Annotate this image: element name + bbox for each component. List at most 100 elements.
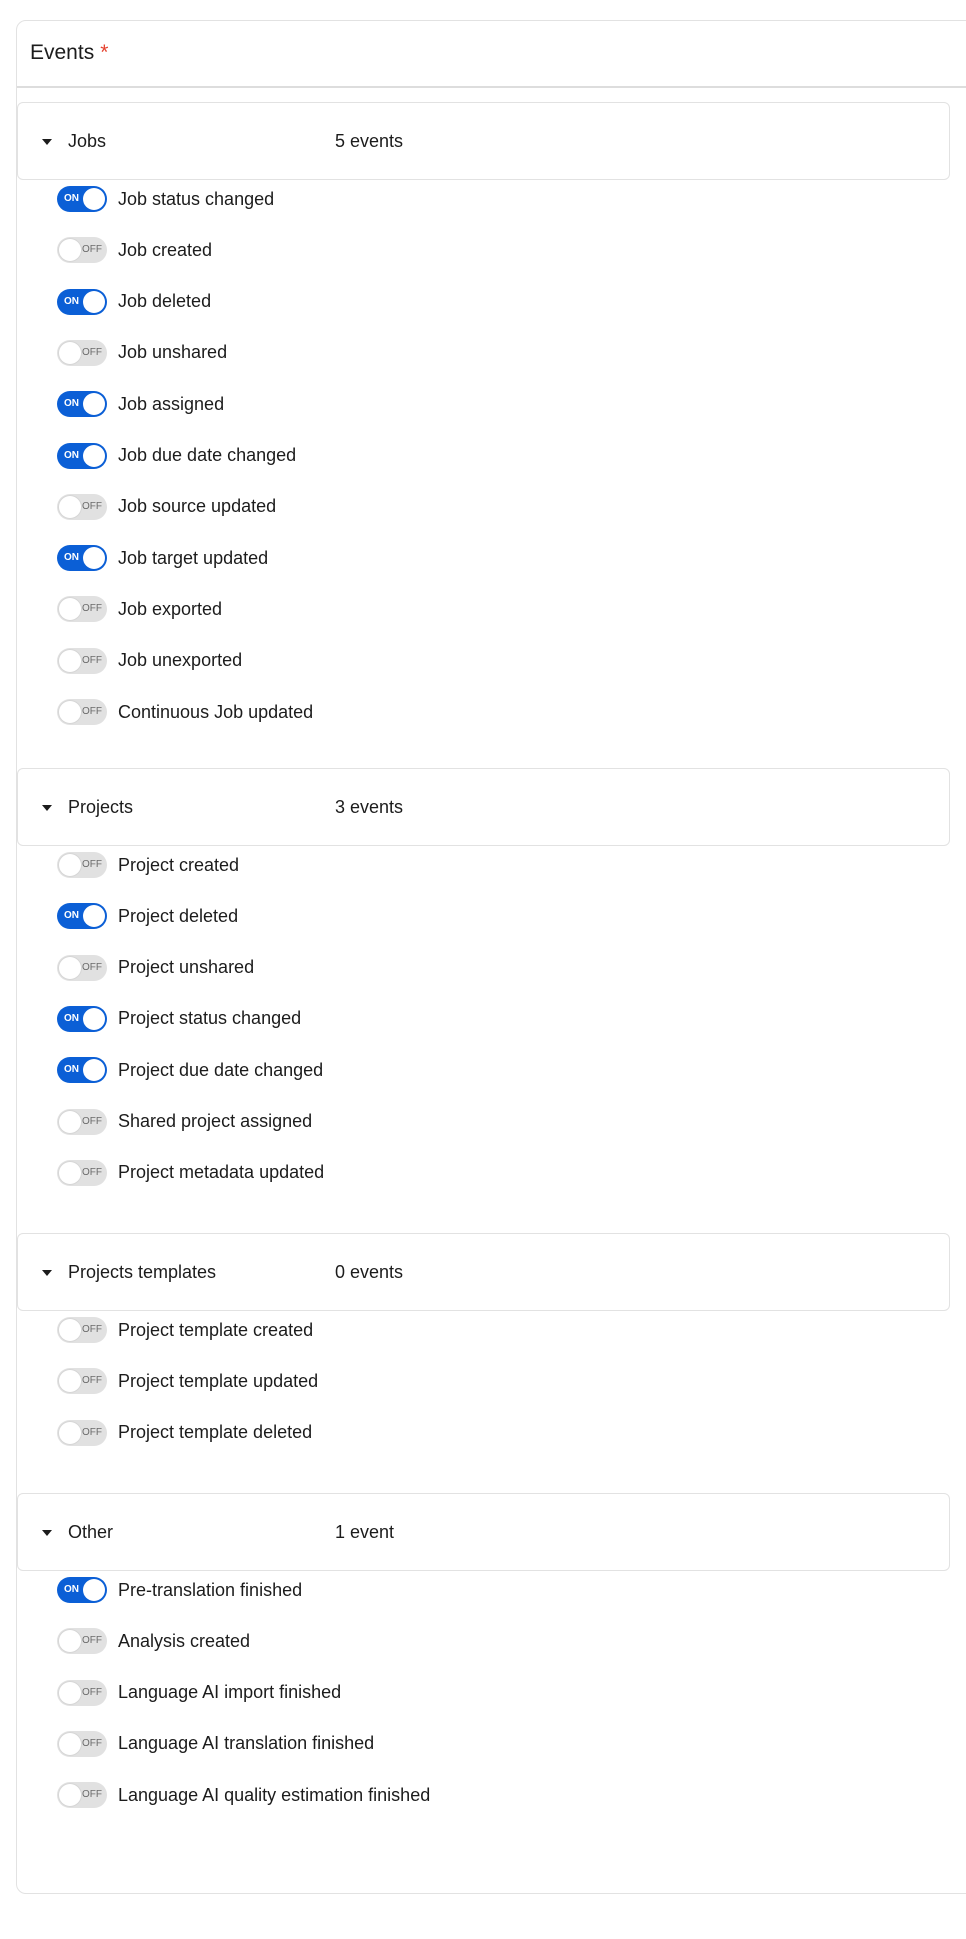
event-label: Job assigned	[118, 393, 225, 414]
event-toggle[interactable]: ON	[57, 186, 107, 212]
event-label: Language AI quality estimation finished	[118, 1784, 431, 1805]
event-toggle[interactable]: ON	[57, 442, 107, 469]
event-toggle[interactable]: OFF	[57, 852, 107, 878]
event-toggle[interactable]: OFF	[57, 1368, 107, 1395]
event-label: Job created	[118, 239, 213, 260]
event-toggle[interactable]: OFF	[57, 1730, 107, 1757]
event-label: Project metadata updated	[118, 1162, 325, 1183]
toggle-state-text: ON	[64, 398, 79, 410]
toggle-knob	[59, 1110, 81, 1133]
event-row: OFF Project template deleted	[57, 1418, 312, 1448]
event-label: Job target updated	[118, 547, 269, 568]
toggle-knob	[59, 854, 81, 876]
event-toggle[interactable]: OFF	[57, 1628, 107, 1655]
toggle-state-text: OFF	[82, 1789, 102, 1801]
event-row: ON Job assigned	[57, 389, 224, 419]
events-card: Events * Jobs 5 events ON Job status changed…	[16, 20, 966, 1894]
card-title: Events *	[30, 41, 108, 65]
caret-down-icon	[42, 805, 52, 811]
toggle-knob	[59, 495, 81, 518]
event-row: OFF Project template updated	[57, 1366, 318, 1396]
event-toggle[interactable]: ON	[57, 545, 107, 572]
caret-down-icon	[42, 139, 52, 145]
event-row: ON Project status changed	[57, 1004, 301, 1034]
toggle-knob	[59, 1161, 81, 1184]
group-header-jobs[interactable]: Jobs 5 events	[17, 102, 950, 180]
event-row: OFF Project unshared	[57, 953, 254, 983]
event-toggle[interactable]: OFF	[57, 237, 107, 264]
event-row: OFF Continuous Job updated	[57, 697, 313, 727]
toggle-state-text: ON	[64, 552, 79, 564]
event-toggle[interactable]: OFF	[57, 339, 107, 366]
event-toggle[interactable]: ON	[57, 1057, 107, 1084]
event-row: OFF Job unexported	[57, 646, 242, 676]
event-label: Analysis created	[118, 1630, 251, 1651]
event-toggle[interactable]: OFF	[57, 1419, 107, 1446]
group-header-other[interactable]: Other 1 event	[17, 1493, 950, 1571]
event-toggle[interactable]: OFF	[57, 493, 107, 520]
group-event-count: 3 events	[335, 797, 404, 817]
toggle-state-text: OFF	[82, 706, 102, 717]
event-row: OFF Analysis created	[57, 1626, 250, 1656]
toggle-state-text: ON	[64, 1064, 79, 1076]
event-row: OFF Language AI import finished	[57, 1678, 341, 1708]
event-label: Continuous Job updated	[118, 701, 314, 722]
toggle-state-text: OFF	[82, 346, 102, 358]
event-toggle[interactable]: OFF	[57, 1108, 107, 1135]
event-label: Project created	[118, 854, 240, 875]
event-toggle[interactable]: ON	[57, 1577, 107, 1603]
toggle-state-text: OFF	[82, 1166, 102, 1178]
event-label: Project unshared	[118, 957, 255, 978]
toggle-knob	[59, 1732, 81, 1755]
toggle-state-text: ON	[64, 1584, 79, 1595]
toggle-knob	[59, 1784, 81, 1807]
event-row: OFF Job unshared	[57, 338, 227, 368]
event-toggle[interactable]: OFF	[57, 1679, 107, 1706]
event-row: ON Project due date changed	[57, 1055, 323, 1085]
toggle-knob	[83, 1059, 105, 1082]
event-row: ON Job status changed	[57, 184, 274, 214]
toggle-knob	[83, 290, 105, 313]
card-header: Events *	[17, 21, 966, 88]
event-toggle[interactable]: ON	[57, 903, 107, 930]
event-row: OFF Job exported	[57, 594, 222, 624]
toggle-state-text: OFF	[82, 1737, 102, 1749]
toggle-knob	[83, 444, 105, 467]
event-toggle[interactable]: OFF	[57, 954, 107, 981]
event-toggle[interactable]: OFF	[57, 1159, 107, 1186]
event-label: Shared project assigned	[118, 1111, 313, 1131]
toggle-state-text: ON	[64, 1012, 79, 1024]
toggle-knob	[59, 239, 81, 262]
toggle-knob	[59, 598, 81, 621]
toggle-knob	[59, 701, 81, 723]
event-toggle[interactable]: OFF	[57, 647, 107, 674]
toggle-knob	[59, 649, 81, 672]
event-toggle[interactable]: ON	[57, 391, 107, 418]
toggle-state-text: OFF	[82, 244, 102, 256]
event-toggle[interactable]: OFF	[57, 596, 107, 623]
event-toggle[interactable]: OFF	[57, 699, 107, 725]
event-label: Job unshared	[118, 342, 228, 363]
event-row: OFF Job source updated	[57, 492, 276, 522]
group-header-projects[interactable]: Projects 3 events	[17, 768, 950, 846]
group-title: Other	[68, 1522, 114, 1542]
event-label: Project status changed	[118, 1008, 302, 1029]
group-title: Jobs	[68, 131, 107, 151]
event-label: Project due date changed	[118, 1059, 324, 1080]
event-row: ON Job deleted	[57, 287, 211, 317]
toggle-knob	[83, 547, 105, 570]
toggle-state-text: OFF	[82, 1324, 102, 1335]
event-label: Project template updated	[118, 1370, 319, 1391]
event-label: Language AI translation finished	[118, 1733, 375, 1754]
event-label: Project deleted	[118, 905, 239, 926]
event-toggle[interactable]: ON	[57, 1005, 107, 1032]
toggle-state-text: OFF	[82, 1115, 102, 1127]
event-toggle[interactable]: OFF	[57, 1317, 107, 1343]
toggle-state-text: OFF	[82, 1686, 102, 1698]
toggle-state-text: OFF	[82, 859, 102, 870]
event-row: ON Pre-translation finished	[57, 1575, 302, 1605]
group-header-projects-templates[interactable]: Projects templates 0 events	[17, 1233, 950, 1311]
group-title: Projects templates	[68, 1262, 217, 1282]
event-toggle[interactable]: ON	[57, 288, 107, 315]
event-toggle[interactable]: OFF	[57, 1782, 107, 1809]
